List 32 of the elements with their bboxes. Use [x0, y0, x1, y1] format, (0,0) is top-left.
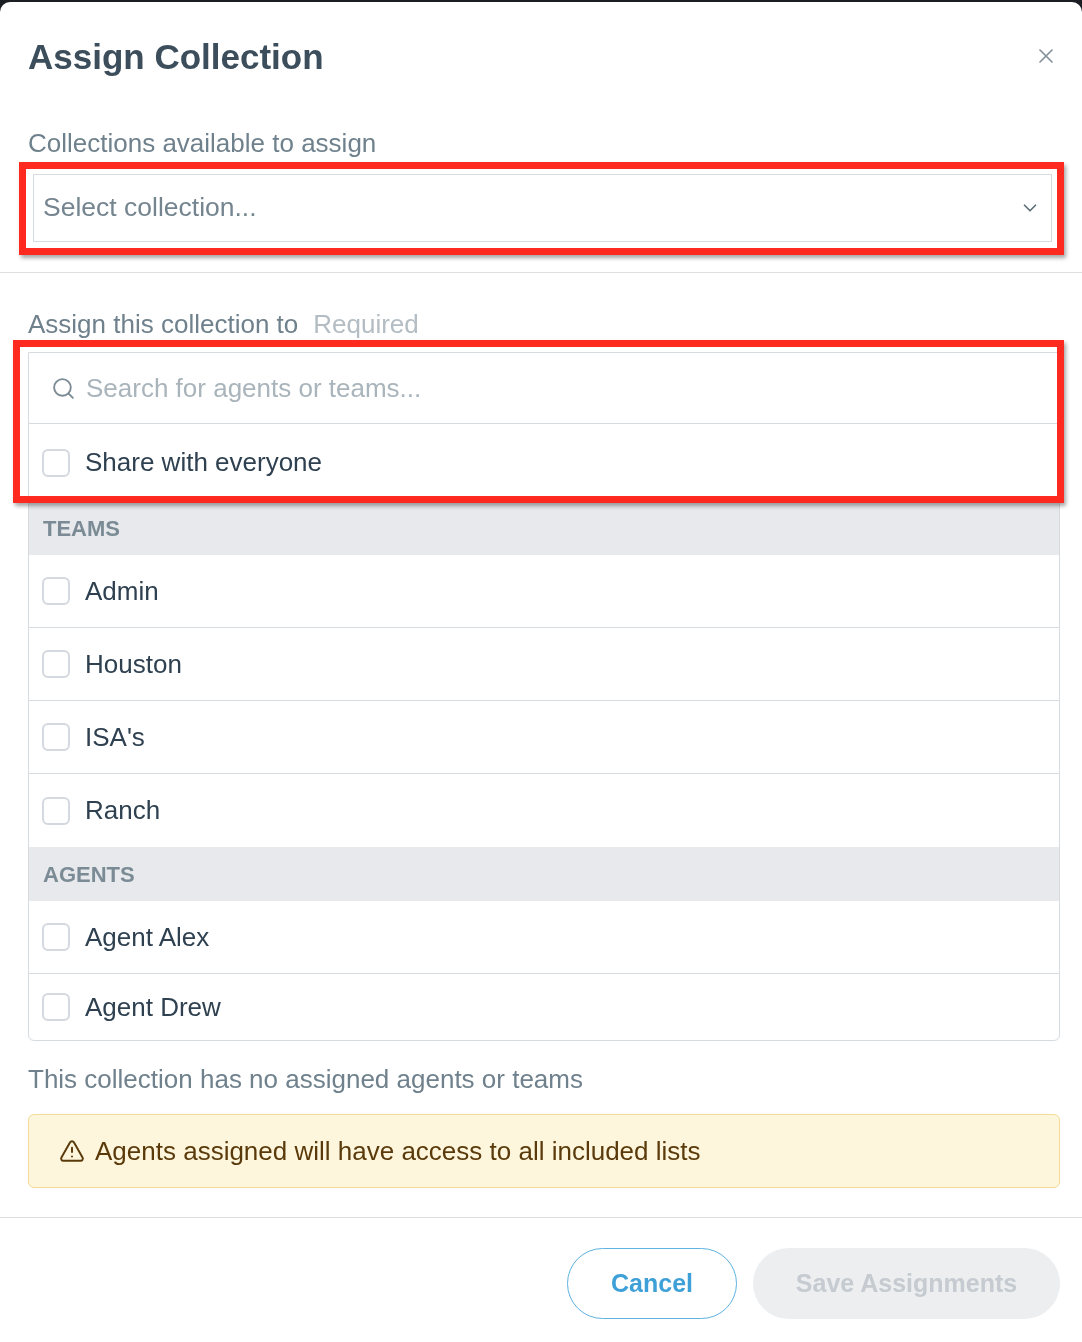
option-label: Houston	[85, 647, 182, 681]
group-header: TEAMS	[29, 501, 1059, 555]
collection-select[interactable]: Select collection...	[33, 174, 1052, 242]
option-label: ISA's	[85, 720, 145, 754]
option-row[interactable]: Ranch	[29, 774, 1059, 847]
option-row[interactable]: ISA's	[29, 701, 1059, 774]
checkbox[interactable]	[42, 650, 70, 678]
group-header: AGENTS	[29, 847, 1059, 901]
warning-icon	[59, 1138, 85, 1164]
option-label: Agent Drew	[85, 990, 221, 1024]
option-label: Agent Alex	[85, 920, 210, 954]
field-label: Collections available to assign	[28, 127, 378, 159]
checkbox[interactable]	[42, 923, 70, 951]
option-label: Share with everyone	[85, 446, 323, 479]
warning-text: Agents assigned will have access to all included lists	[95, 1134, 701, 1168]
search-icon	[51, 376, 76, 401]
option-label: Admin	[85, 574, 159, 608]
checkbox[interactable]	[42, 993, 70, 1021]
option-label: Ranch	[85, 794, 161, 827]
option-row[interactable]: Agent Drew	[29, 974, 1059, 1040]
checkbox[interactable]	[42, 723, 70, 751]
required-label: Required	[313, 308, 419, 340]
empty-note: This collection has no assigned agents or teams	[28, 1063, 584, 1095]
checkbox[interactable]	[42, 577, 70, 605]
checkbox[interactable]	[42, 796, 70, 825]
dialog-title: Assign Collection	[28, 36, 324, 78]
checkbox[interactable]	[42, 448, 70, 477]
search-field[interactable]: Search for agents or teams...	[29, 353, 1059, 423]
option-row[interactable]: Agent Alex	[29, 901, 1059, 974]
option-row[interactable]: Admin	[29, 555, 1059, 628]
option-row[interactable]: Houston	[29, 628, 1059, 701]
field-label: Assign this collection to	[28, 308, 299, 340]
